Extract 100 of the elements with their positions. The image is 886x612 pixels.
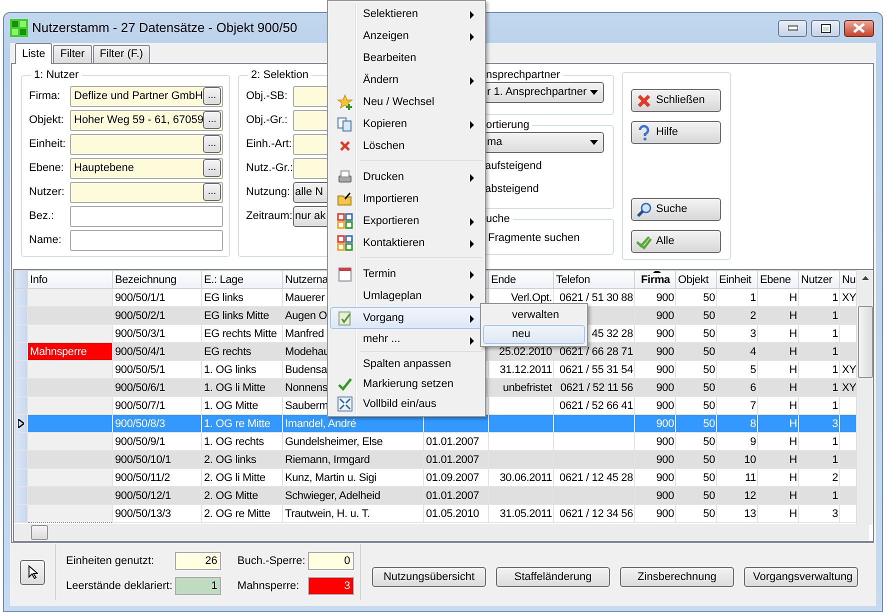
- table-cell: 900/50/10/1: [112, 450, 202, 468]
- menu-item[interactable]: Anzeigen: [330, 25, 483, 47]
- menu-item[interactable]: Kontaktieren: [330, 232, 483, 254]
- tab[interactable]: Filter (F.): [92, 45, 150, 63]
- stat-value: 1: [175, 577, 222, 595]
- checkbox-label[interactable]: Fragmente suchen: [488, 232, 580, 244]
- input-field[interactable]: ...: [70, 134, 223, 154]
- table-cell: 1: [798, 450, 840, 468]
- side-button[interactable]: Schließen: [631, 89, 721, 112]
- table-cell: H: [758, 504, 798, 522]
- tab[interactable]: Filter: [53, 45, 92, 63]
- column-header[interactable]: Telefon: [554, 270, 634, 288]
- field-label: Bez.:: [29, 208, 56, 224]
- table-cell: H: [758, 378, 798, 396]
- star-icon: [337, 94, 353, 110]
- menu-item[interactable]: Kopieren: [330, 113, 483, 135]
- column-header[interactable]: Objekt: [676, 270, 716, 288]
- side-button[interactable]: Hilfe: [631, 121, 721, 144]
- side-button[interactable]: Alle: [631, 230, 721, 253]
- lookup-button[interactable]: ...: [203, 87, 221, 105]
- menu-item[interactable]: Löschen: [330, 135, 483, 157]
- window-title: Nutzerstamm - 27 Datensätze - Objekt 900/50: [32, 19, 298, 38]
- table-cell: 0621 / 12 34 56: [554, 504, 634, 522]
- menu-item[interactable]: Neu / Wechsel: [330, 91, 483, 113]
- input-field[interactable]: [70, 206, 223, 226]
- input-field[interactable]: [70, 230, 223, 250]
- lookup-button[interactable]: ...: [203, 159, 221, 177]
- action-button[interactable]: Staffeländerung: [496, 567, 610, 587]
- maximize-icon: [820, 24, 830, 32]
- table-cell: EG rechts: [202, 342, 282, 360]
- dropdown[interactable]: r 1. Ansprechpartner: [484, 82, 604, 103]
- action-button[interactable]: Nutzungsübersicht: [372, 567, 486, 587]
- table-cell: 31.05.2011: [488, 504, 554, 522]
- table-row[interactable]: 900/50/13/3 2. OG re Mitte Trautwein, H. u. T. 01.05.2010 31.05.2011 0621 / 12 34 56 900 50 13 H 3: [14, 504, 858, 522]
- menu-item[interactable]: Ändern: [330, 69, 483, 91]
- maximize-button[interactable]: [811, 20, 840, 36]
- action-button[interactable]: Vorgangsverwaltung: [744, 567, 858, 587]
- lookup-button[interactable]: ...: [203, 183, 221, 201]
- action-button[interactable]: Zinsberechnung: [620, 567, 734, 587]
- column-header[interactable]: Bezeichnung: [112, 270, 202, 288]
- menu-item[interactable]: Bearbeiten: [330, 47, 483, 69]
- table-cell: Trautwein, H. u. T.: [282, 504, 424, 522]
- close-button[interactable]: [844, 20, 874, 36]
- colored-squares-icon: [337, 213, 353, 229]
- table-cell: H: [758, 306, 798, 324]
- stat-value: 0: [308, 552, 354, 570]
- scrollbar-thumb[interactable]: [31, 525, 48, 540]
- search-icon: [636, 202, 652, 218]
- table-cell: 900/50/6/1: [112, 378, 202, 396]
- column-header[interactable]: Firma: [634, 270, 676, 288]
- table-row[interactable]: 900/50/10/1 2. OG links Riemann, Irmgard 01.01.2007 900 50 10 H 1: [14, 450, 858, 468]
- minimize-button[interactable]: [778, 20, 807, 36]
- radio-label[interactable]: absteigend: [485, 183, 539, 195]
- tab[interactable]: Liste: [15, 43, 52, 64]
- table-cell: 1. OG li Mitte: [202, 378, 282, 396]
- input-field[interactable]: ...: [70, 182, 223, 202]
- double-checkmark-icon: [636, 234, 652, 250]
- input-field[interactable]: Hauptebene ...: [70, 158, 223, 178]
- table-cell: 2. OG links: [202, 450, 282, 468]
- menu-item[interactable]: Importieren: [330, 188, 483, 210]
- column-header[interactable]: Ebene: [758, 270, 798, 288]
- radio-label[interactable]: aufsteigend: [485, 160, 542, 172]
- vertical-scrollbar[interactable]: [856, 270, 873, 525]
- menu-item[interactable]: verwalten: [483, 306, 585, 325]
- table-cell: 900: [634, 342, 676, 360]
- column-header[interactable]: Info: [28, 270, 112, 288]
- column-header[interactable]: Nutzer: [798, 270, 840, 288]
- side-button[interactable]: Suche: [631, 198, 721, 221]
- column-header[interactable]: Einheit: [716, 270, 758, 288]
- menu-item[interactable]: Vorgang: [330, 307, 483, 329]
- table-cell: 8: [716, 414, 758, 432]
- scrollbar-thumb[interactable]: [858, 306, 873, 378]
- menu-item[interactable]: Termin: [330, 263, 483, 285]
- field-label: Einheit:: [29, 136, 67, 152]
- lookup-button[interactable]: ...: [203, 111, 221, 129]
- column-header[interactable]: E.: Lage: [202, 270, 282, 288]
- horizontal-scrollbar[interactable]: [14, 524, 869, 541]
- input-field[interactable]: Hoher Weg 59 - 61, 67059 ...: [70, 110, 223, 130]
- printer-icon: [337, 169, 353, 185]
- field-label: Nutz.-Gr.:: [246, 160, 293, 176]
- stat-label: Leerstände deklariert:: [66, 578, 172, 594]
- menu-item[interactable]: neu: [483, 325, 585, 344]
- table-cell: 900/50/2/1: [112, 306, 202, 324]
- stat-value: 3: [308, 577, 354, 595]
- table-row[interactable]: 900/50/12/1 2. OG Mitte Schwieger, Adelheid 01.01.2007 900 50 12 H 1: [14, 486, 858, 504]
- field-label: Obj.-SB:: [246, 88, 289, 104]
- field-label: Name:: [29, 232, 62, 248]
- menu-item[interactable]: Exportieren: [330, 210, 483, 232]
- menu-item[interactable]: Drucken: [330, 166, 483, 188]
- table-cell: 900/50/13/3: [112, 504, 202, 522]
- menu-item[interactable]: Selektieren: [330, 3, 483, 25]
- table-cell: Mahnsperre: [28, 342, 112, 360]
- lookup-button[interactable]: ...: [203, 135, 221, 153]
- row-pointer-icon: [18, 419, 24, 428]
- column-header[interactable]: Ende: [488, 270, 554, 288]
- pointer-button[interactable]: [20, 560, 45, 584]
- group-title: nsprechpartner: [485, 68, 561, 82]
- app-icon: [10, 19, 28, 37]
- dropdown[interactable]: ma: [484, 132, 604, 153]
- input-field[interactable]: Deflize und Partner GmbH ...: [70, 86, 223, 106]
